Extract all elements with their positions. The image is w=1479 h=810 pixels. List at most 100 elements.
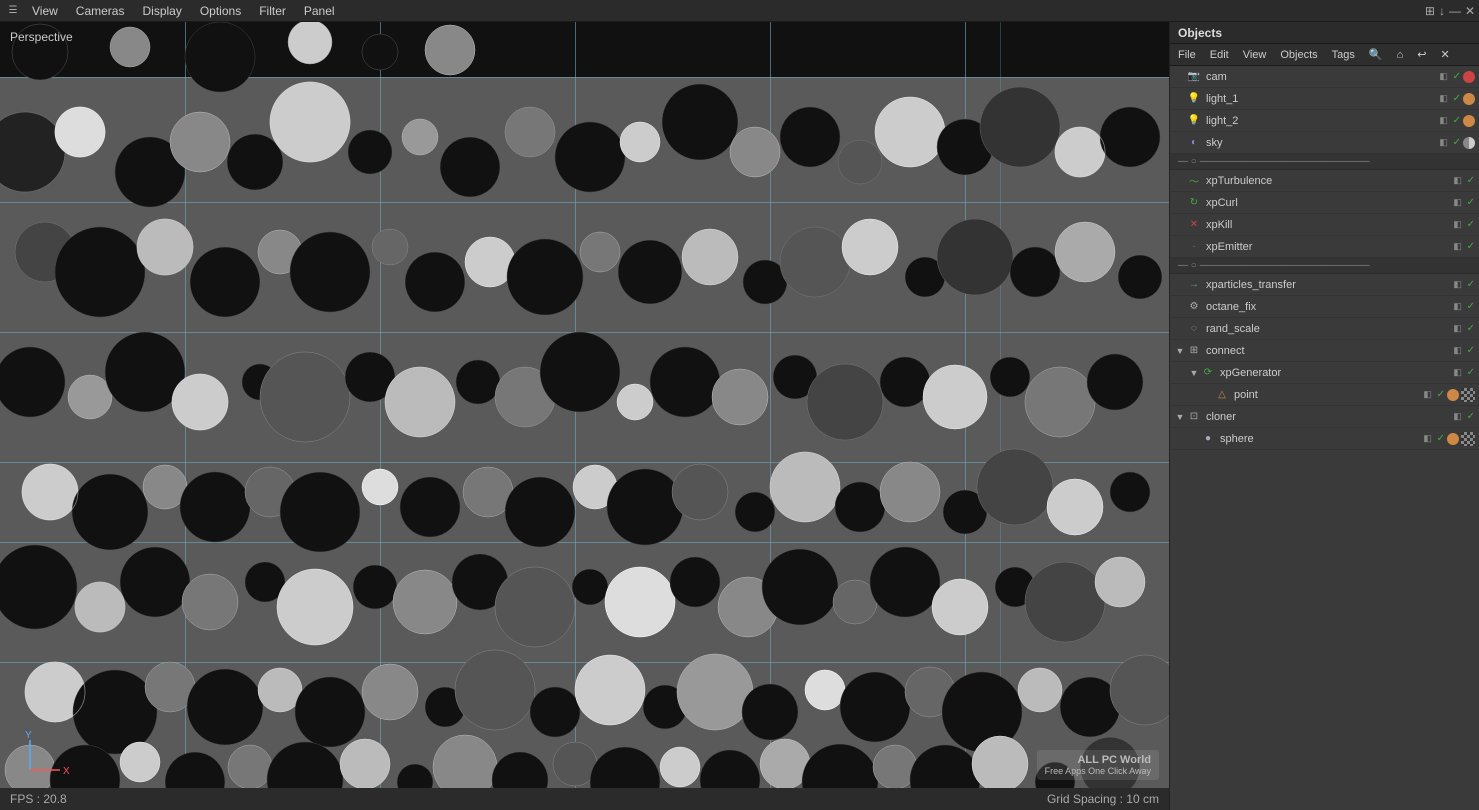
expand-arrow[interactable]: ▼ — [1188, 367, 1200, 379]
visibility-btn[interactable]: ◧ — [1437, 136, 1451, 150]
object-list-item[interactable]: ▼ ⊞ connect ◧ ✓ — [1170, 340, 1479, 362]
watermark-line2: Free Apps One Click Away — [1045, 766, 1151, 776]
menu-options[interactable]: Options — [192, 2, 249, 20]
window-controls: ⊞ ↓ — ✕ — [1425, 4, 1475, 18]
object-controls: ◧ ✓ — [1451, 344, 1475, 358]
object-controls: ◧ ✓ — [1451, 410, 1475, 424]
object-list-item[interactable]: ↻ xpCurl ◧ ✓ — [1170, 192, 1479, 214]
object-icon: ✕ — [1186, 217, 1202, 233]
expand-spacer — [1174, 323, 1186, 335]
object-name: light_1 — [1206, 93, 1433, 105]
obj-menu-tags[interactable]: Tags — [1328, 47, 1359, 63]
object-list-item[interactable]: ◐ sky ◧ ✓ — [1170, 132, 1479, 154]
object-icon: 💡 — [1186, 91, 1202, 107]
object-separator: — ○ ————————————————— — [1170, 154, 1479, 170]
obj-menu-edit[interactable]: Edit — [1206, 47, 1233, 63]
obj-menu-file[interactable]: File — [1174, 47, 1200, 63]
object-icon: ⊞ — [1186, 343, 1202, 359]
object-list-item[interactable]: → xparticles_transfer ◧ ✓ — [1170, 274, 1479, 296]
visibility-btn[interactable]: ◧ — [1421, 388, 1435, 402]
object-list-item[interactable]: 💡 light_2 ◧ ✓ — [1170, 110, 1479, 132]
obj-menu-view[interactable]: View — [1239, 47, 1271, 63]
menu-cameras[interactable]: Cameras — [68, 2, 133, 20]
object-list[interactable]: 📷 cam ◧ ✓ 💡 light_1 ◧ ✓ 💡 light_2 ◧ ✓ — [1170, 66, 1479, 810]
object-list-item[interactable]: ✕ xpKill ◧ ✓ — [1170, 214, 1479, 236]
object-list-item[interactable]: 💡 light_1 ◧ ✓ — [1170, 88, 1479, 110]
expand-spacer — [1174, 93, 1186, 105]
object-name: cam — [1206, 71, 1433, 83]
object-controls: ◧ ✓ — [1451, 174, 1475, 188]
obj-menu-objects[interactable]: Objects — [1276, 47, 1321, 63]
close-icon[interactable]: ✕ — [1465, 4, 1475, 18]
object-list-item[interactable]: ● sphere ◧ ✓ — [1170, 428, 1479, 450]
viewport[interactable]: Perspective — [0, 22, 1169, 810]
visibility-btn[interactable]: ◧ — [1451, 196, 1465, 210]
visibility-btn[interactable]: ◧ — [1451, 174, 1465, 188]
obj-menu-search[interactable]: 🔍 — [1365, 46, 1387, 63]
visibility-btn[interactable]: ◧ — [1437, 92, 1451, 106]
expand-spacer — [1174, 137, 1186, 149]
viewport-status-bar: FPS : 20.8 Grid Spacing : 10 cm — [0, 788, 1169, 810]
objects-panel-header: Objects — [1170, 22, 1479, 44]
grid-spacing: Grid Spacing : 10 cm — [1047, 792, 1159, 806]
visibility-btn[interactable]: ◧ — [1451, 278, 1465, 292]
expand-spacer — [1174, 115, 1186, 127]
obj-menu-undo[interactable]: ↩ — [1413, 46, 1430, 63]
object-name: xparticles_transfer — [1206, 279, 1447, 291]
fps-display: FPS : 20.8 — [10, 792, 67, 806]
object-icon: ⟳ — [1200, 365, 1216, 381]
visibility-btn[interactable]: ◧ — [1451, 410, 1465, 424]
obj-menu-close[interactable]: ✕ — [1436, 46, 1453, 63]
visibility-btn[interactable]: ◧ — [1437, 70, 1451, 84]
object-icon: 💡 — [1186, 113, 1202, 129]
object-name: xpTurbulence — [1206, 175, 1447, 187]
right-panel: Objects File Edit View Objects Tags 🔍 ⌂ … — [1169, 22, 1479, 810]
object-icon: △ — [1214, 387, 1230, 403]
visibility-btn[interactable]: ◧ — [1451, 300, 1465, 314]
expand-spacer — [1174, 279, 1186, 291]
object-controls: ◧ ✓ — [1451, 300, 1475, 314]
object-controls: ◧ ✓ — [1451, 278, 1475, 292]
object-controls: ◧ ✓ — [1437, 92, 1475, 106]
restore-icon[interactable]: — — [1449, 4, 1461, 18]
expand-spacer — [1174, 175, 1186, 187]
visibility-btn[interactable]: ◧ — [1451, 366, 1465, 380]
visibility-btn[interactable]: ◧ — [1451, 322, 1465, 336]
expand-arrow[interactable]: ▼ — [1174, 345, 1186, 357]
menu-filter[interactable]: Filter — [251, 2, 294, 20]
object-list-item[interactable]: ⚙ octane_fix ◧ ✓ — [1170, 296, 1479, 318]
visibility-btn[interactable]: ◧ — [1451, 344, 1465, 358]
object-list-item[interactable]: ▼ ⟳ xpGenerator ◧ ✓ — [1170, 362, 1479, 384]
object-controls: ◧ ✓ — [1437, 136, 1475, 150]
visibility-btn[interactable]: ◧ — [1451, 218, 1465, 232]
obj-menu-home[interactable]: ⌂ — [1393, 47, 1408, 63]
object-list-item[interactable]: 📷 cam ◧ ✓ — [1170, 66, 1479, 88]
object-name: xpCurl — [1206, 197, 1447, 209]
visibility-btn[interactable]: ◧ — [1437, 114, 1451, 128]
menu-display[interactable]: Display — [134, 2, 189, 20]
minimize-icon[interactable]: ↓ — [1439, 4, 1445, 18]
object-icon: ◌ — [1186, 321, 1202, 337]
object-controls: ◧ ✓ — [1451, 240, 1475, 254]
object-list-item[interactable]: 〜 xpTurbulence ◧ ✓ — [1170, 170, 1479, 192]
object-name: cloner — [1206, 411, 1447, 423]
object-icon: 📷 — [1186, 69, 1202, 85]
object-name: xpKill — [1206, 219, 1447, 231]
object-separator: — ○ ————————————————— — [1170, 258, 1479, 274]
object-list-item[interactable]: ▼ ⊡ cloner ◧ ✓ — [1170, 406, 1479, 428]
expand-arrow[interactable]: ▼ — [1174, 411, 1186, 423]
grid-icon[interactable]: ⊞ — [1425, 4, 1435, 18]
menu-panel[interactable]: Panel — [296, 2, 343, 20]
object-name: rand_scale — [1206, 323, 1447, 335]
menu-view[interactable]: View — [24, 2, 66, 20]
object-controls: ◧ ✓ — [1451, 218, 1475, 232]
object-icon: → — [1186, 277, 1202, 293]
object-list-item[interactable]: ◌ rand_scale ◧ ✓ — [1170, 318, 1479, 340]
object-name: sphere — [1220, 433, 1417, 445]
visibility-btn[interactable]: ◧ — [1421, 432, 1435, 446]
object-list-item[interactable]: △ point ◧ ✓ — [1170, 384, 1479, 406]
object-list-item[interactable]: · xpEmitter ◧ ✓ — [1170, 236, 1479, 258]
object-name: sky — [1206, 137, 1433, 149]
visibility-btn[interactable]: ◧ — [1451, 240, 1465, 254]
x-axis-label: X — [63, 766, 70, 777]
